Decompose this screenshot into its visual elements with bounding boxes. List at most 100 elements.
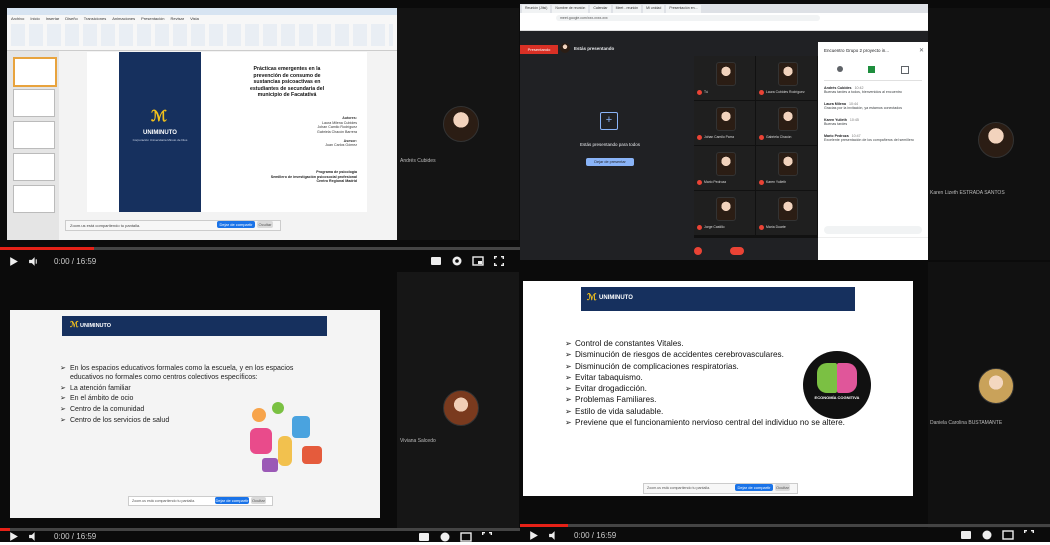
ribbon-tab[interactable]: Insertar xyxy=(46,16,60,21)
chat-input[interactable] xyxy=(824,226,922,234)
participant-name: Johan Camilo Parra xyxy=(704,135,734,139)
participant-tile[interactable]: Karen Yulieth xyxy=(756,146,817,190)
progress-fill xyxy=(520,524,568,527)
participant-tile[interactable]: Tú xyxy=(694,56,755,100)
mic-button[interactable] xyxy=(694,247,702,255)
subtitles-icon[interactable] xyxy=(960,529,972,541)
time-display: 0:00 / 16:59 xyxy=(574,530,617,540)
progress-bar[interactable] xyxy=(520,524,1050,527)
participant-tile[interactable]: María Duarte xyxy=(756,191,817,235)
miniplayer-icon[interactable] xyxy=(1002,529,1014,541)
play-icon[interactable] xyxy=(526,528,540,542)
title-line: municipio de Facatativá xyxy=(257,92,317,98)
muted-mic-icon xyxy=(697,90,702,95)
participant-tile[interactable]: Jorge Castillo xyxy=(694,191,755,235)
camera-tile-andres: Andrés Cubides xyxy=(397,8,519,240)
thumbnail[interactable] xyxy=(13,89,55,117)
browser-tab[interactable]: Reunión (Jitsi) xyxy=(522,5,551,13)
miniplayer-icon[interactable] xyxy=(472,255,484,267)
hide-button[interactable]: Ocultar xyxy=(257,221,273,228)
ribbon-tab[interactable]: Transiciones xyxy=(84,16,107,21)
participant-avatar xyxy=(778,197,798,221)
participant-avatar xyxy=(716,152,736,176)
browser-tab[interactable]: Mi unidad xyxy=(643,5,665,13)
ribbon-tab[interactable]: Presentación xyxy=(141,16,164,21)
ribbon-tab[interactable]: Archivo xyxy=(11,16,24,21)
badge-text: ECONOMÍA COGNITIVA xyxy=(814,395,860,400)
browser-tab[interactable]: Meet - reunión xyxy=(612,5,642,13)
settings-icon[interactable] xyxy=(439,531,451,543)
ribbon-tab[interactable]: Animaciones xyxy=(112,16,135,21)
stop-presenting-button[interactable]: Dejar de presentar xyxy=(586,158,634,166)
participant-avatar xyxy=(716,62,736,86)
ribbon-tab[interactable]: Revisar xyxy=(171,16,185,21)
settings-icon[interactable] xyxy=(981,529,993,541)
presenting-area: + Estás presentando para todos Dejar de … xyxy=(530,62,690,232)
logo-mark: ℳ xyxy=(151,108,168,125)
chat-close-icon[interactable]: ✕ xyxy=(919,47,924,54)
stop-share-button[interactable]: Dejar de compartir xyxy=(217,221,255,228)
chat-bottom-bar xyxy=(818,237,928,260)
chat-heading: Encuentro Grupo 2 proyecto in... xyxy=(824,48,890,53)
thumbnail[interactable] xyxy=(13,121,55,149)
browser-tabstrip: Reunión (Jitsi) Nombre de reunión Calendar… xyxy=(520,4,928,13)
participant-avatar xyxy=(978,122,1014,158)
participant-avatar xyxy=(443,106,479,142)
thumbnail[interactable] xyxy=(13,185,55,213)
participant-avatar xyxy=(443,390,479,426)
slide-header-band: ℳ UNIMINUTO xyxy=(581,287,855,311)
chat-icon[interactable] xyxy=(868,66,876,73)
browser-tab[interactable]: Nombre de reunión xyxy=(552,5,589,13)
authors-list: Laura Milena Cubides Johan Camilo Rodrígu… xyxy=(257,121,357,135)
participant-name: Andrés Cubides xyxy=(400,158,436,164)
people-icon[interactable] xyxy=(836,66,843,72)
meet-bottom-bar xyxy=(520,242,818,260)
muted-mic-icon xyxy=(697,180,702,185)
hide-button[interactable]: Ocultar xyxy=(251,497,266,504)
kids-illustration xyxy=(242,402,332,478)
participant-tile[interactable]: Laura Cubides Rodríguez xyxy=(756,56,817,100)
fullscreen-icon[interactable] xyxy=(481,531,493,543)
presenting-chip[interactable]: Presentando xyxy=(520,45,558,54)
slide-navy-panel: ℳ UNIMINUTO Corporación Universitaria Mi… xyxy=(119,52,201,212)
fullscreen-icon[interactable] xyxy=(493,255,505,267)
thumbnail[interactable] xyxy=(13,153,55,181)
browser-tab[interactable]: Calendar xyxy=(590,5,611,13)
address-bar[interactable]: meet.google.com/xxx-xxxx-xxx xyxy=(556,15,820,21)
participant-name: Karen Yulieth xyxy=(766,180,787,184)
stop-share-button[interactable]: Dejar de compartir xyxy=(735,484,773,491)
participant-name: Gabriela Chacón xyxy=(766,135,792,139)
volume-icon[interactable] xyxy=(546,528,560,542)
subtitles-icon[interactable] xyxy=(430,255,442,267)
volume-icon[interactable] xyxy=(26,530,40,544)
ribbon-tools xyxy=(11,24,393,46)
player-controls: 0:00 / 16:59 xyxy=(0,250,520,272)
hide-button[interactable]: Ocultar xyxy=(775,484,790,491)
subtitles-icon[interactable] xyxy=(418,531,430,543)
presenting-text: Estás presentando para todos xyxy=(579,142,641,147)
browser-tab[interactable]: Presentación en... xyxy=(666,5,701,13)
fullscreen-icon[interactable] xyxy=(1023,529,1035,541)
title-bar xyxy=(7,8,397,15)
authors-block: Autores: Laura Milena Cubides Johan Camil… xyxy=(257,116,357,148)
bullet-item: La atención familiar xyxy=(60,385,305,394)
stop-share-button[interactable]: Dejar de compartir xyxy=(215,497,249,504)
volume-icon[interactable] xyxy=(26,254,40,268)
play-icon[interactable] xyxy=(6,530,20,544)
time-display: 0:00 / 16:59 xyxy=(54,532,97,541)
play-icon[interactable] xyxy=(6,254,20,268)
chat-text: Buenas tardes a todos, bienvenidos al en… xyxy=(824,90,902,94)
activities-icon[interactable] xyxy=(901,66,910,74)
participant-tile[interactable]: Johan Camilo Parra xyxy=(694,101,755,145)
participant-name: María Duarte xyxy=(766,225,786,229)
settings-icon[interactable] xyxy=(451,255,463,267)
ribbon-tab[interactable]: Diseño xyxy=(65,16,77,21)
leave-call-button[interactable] xyxy=(730,247,744,255)
ribbon-tab[interactable]: Inicio xyxy=(30,16,39,21)
camera-tile-daniela: Daniela Carolina BUSTAMANTE xyxy=(928,262,1050,528)
ribbon-tab[interactable]: Vista xyxy=(190,16,199,21)
thumbnail[interactable] xyxy=(13,57,57,87)
participant-tile[interactable]: Gabriela Chacón xyxy=(756,101,817,145)
miniplayer-icon[interactable] xyxy=(460,531,472,543)
participant-tile[interactable]: Mario Pedroza xyxy=(694,146,755,190)
